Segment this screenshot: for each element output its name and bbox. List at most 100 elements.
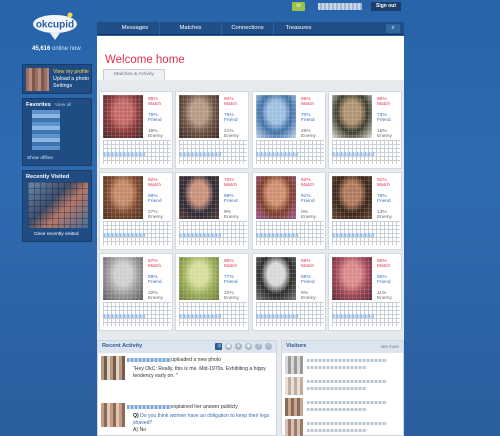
match-card[interactable]: 70% Match 69% Friend 9% Enemy xyxy=(175,172,249,250)
sign-out-button[interactable]: Sign out xyxy=(371,2,401,11)
match-username[interactable] xyxy=(179,314,221,318)
visitor-row[interactable] xyxy=(285,398,401,416)
question-text: Do you think women have an obligation to… xyxy=(133,413,270,426)
match-card[interactable]: 86% Match 73% Friend 15% Enemy xyxy=(328,91,402,169)
match-percent: 89% Match xyxy=(301,259,314,269)
visitor-avatar[interactable] xyxy=(285,419,303,436)
match-card[interactable]: 86% Match 86% Friend 11% Enemy xyxy=(328,253,402,331)
favorites-list[interactable] xyxy=(32,110,60,150)
match-percent: 86% Match xyxy=(224,259,237,269)
recently-visited-thumbnails[interactable] xyxy=(28,182,88,228)
match-username[interactable] xyxy=(256,314,298,318)
favorites-view-all[interactable]: View all xyxy=(55,103,71,108)
favorites-panel: Favorites View all Show offline xyxy=(22,98,92,166)
answer-text: A) No xyxy=(133,427,147,433)
match-username[interactable] xyxy=(179,152,221,156)
activity-user-name[interactable] xyxy=(127,404,171,409)
activity-avatar[interactable] xyxy=(101,356,125,380)
match-photo[interactable] xyxy=(332,257,372,300)
username-display[interactable] xyxy=(318,3,362,10)
settings-link[interactable]: Settings xyxy=(53,83,89,90)
upload-photo-link[interactable]: Upload a photo xyxy=(53,76,89,83)
link-filter-icon[interactable]: ○ xyxy=(265,343,272,350)
online-count: 45,616 online now xyxy=(32,46,81,52)
match-username[interactable] xyxy=(332,314,374,318)
okcupid-logo[interactable]: okcupid xyxy=(30,10,82,42)
match-photo[interactable] xyxy=(179,95,219,138)
enemy-percent-label: Enemy xyxy=(377,215,392,220)
visitor-row[interactable] xyxy=(285,419,401,436)
notifications-icon[interactable]: ✉ xyxy=(292,2,305,11)
recent-activity-title: Recent Activity xyxy=(102,343,143,349)
match-username[interactable] xyxy=(179,233,221,237)
visitor-row[interactable] xyxy=(285,377,401,395)
match-percent: 92% Match xyxy=(224,97,237,107)
match-percent: 92% Match xyxy=(301,178,314,188)
match-card[interactable]: 91% Match 78% Friend 13% Enemy xyxy=(328,172,402,250)
match-photo[interactable] xyxy=(103,95,143,138)
photo-filter-icon[interactable]: ▣ xyxy=(225,343,232,350)
match-photo[interactable] xyxy=(332,95,372,138)
match-photo[interactable] xyxy=(256,257,296,300)
friend-percent-label: Friend xyxy=(224,118,238,123)
match-photo[interactable] xyxy=(103,176,143,219)
nav-connections[interactable]: Connections xyxy=(221,22,273,35)
person-filter-icon[interactable]: ● xyxy=(235,343,242,350)
match-card[interactable]: 92% Match 59% Friend 27% Enemy xyxy=(99,172,173,250)
visitor-row[interactable] xyxy=(285,356,401,374)
match-photo[interactable] xyxy=(332,176,372,219)
visitor-avatar[interactable] xyxy=(285,398,303,416)
match-card[interactable]: 95% Match 76% Friend 19% Enemy xyxy=(99,91,173,169)
camera-filter-icon[interactable]: ◉ xyxy=(245,343,252,350)
friend-percent: 76% Friend xyxy=(148,113,162,123)
enemy-percent-label: Enemy xyxy=(301,296,316,301)
friend-percent-label: Friend xyxy=(148,118,162,123)
match-card[interactable]: 67% Match 58% Friend 32% Enemy xyxy=(99,253,173,331)
match-card[interactable]: 92% Match 91% Friend 0% Enemy xyxy=(252,172,326,250)
nav-treasures[interactable]: Treasures xyxy=(273,22,323,35)
match-percent: 86% Match xyxy=(377,259,390,269)
match-username[interactable] xyxy=(256,233,298,237)
activity-avatar[interactable] xyxy=(101,403,125,427)
tab-matches-activity[interactable]: Matches & Activity xyxy=(103,69,165,80)
nav-messages[interactable]: Messages xyxy=(111,22,159,35)
activity-action: explained her answer publicly xyxy=(171,404,238,410)
profile-avatar[interactable] xyxy=(26,68,49,91)
friend-percent-label: Friend xyxy=(377,199,391,204)
match-card[interactable]: 86% Match 77% Friend 22% Enemy xyxy=(175,253,249,331)
show-offline-link[interactable]: Show offline xyxy=(27,156,53,161)
match-username[interactable] xyxy=(256,152,298,156)
match-photo[interactable] xyxy=(256,176,296,219)
match-percent-label: Match xyxy=(148,183,162,188)
match-photo[interactable] xyxy=(179,257,219,300)
visitor-avatar[interactable] xyxy=(285,377,303,395)
profile-panel: View my profile Upload a photo Settings xyxy=(22,64,92,94)
search-icon[interactable]: ⌕ xyxy=(386,24,400,33)
visitor-avatar[interactable] xyxy=(285,356,303,374)
clear-recently-visited-link[interactable]: Clear recently visited xyxy=(34,232,79,237)
match-percent-label: Match xyxy=(301,183,315,188)
match-username[interactable] xyxy=(332,233,374,237)
match-username[interactable] xyxy=(103,152,145,156)
question-filter-icon[interactable]: ? xyxy=(255,343,262,350)
match-photo[interactable] xyxy=(103,257,143,300)
see-more-link[interactable]: see more xyxy=(381,344,399,349)
enemy-percent: 15% Enemy xyxy=(377,129,392,139)
match-photo[interactable] xyxy=(256,95,296,138)
activity-question[interactable]: Q) Do you think women have an obligation… xyxy=(133,413,273,434)
friend-percent-label: Friend xyxy=(148,199,162,204)
match-photo[interactable] xyxy=(179,176,219,219)
nav-matches[interactable]: Matches xyxy=(159,22,221,35)
friend-percent: 73% Friend xyxy=(377,113,391,123)
activity-user-name[interactable] xyxy=(127,357,171,362)
shuffle-icon[interactable]: ⤨ xyxy=(215,343,222,350)
view-profile-link[interactable]: View my profile xyxy=(53,69,89,76)
main-content: Welcome home Matches & Activity 95% Match… xyxy=(97,36,404,436)
friend-percent: 70% Friend xyxy=(301,113,315,123)
match-card[interactable]: 95% Match 70% Friend 26% Enemy xyxy=(252,91,326,169)
match-username[interactable] xyxy=(103,233,145,237)
match-card[interactable]: 89% Match 85% Friend 9% Enemy xyxy=(252,253,326,331)
match-card[interactable]: 92% Match 75% Friend 21% Enemy xyxy=(175,91,249,169)
match-username[interactable] xyxy=(103,314,145,318)
match-username[interactable] xyxy=(332,152,374,156)
